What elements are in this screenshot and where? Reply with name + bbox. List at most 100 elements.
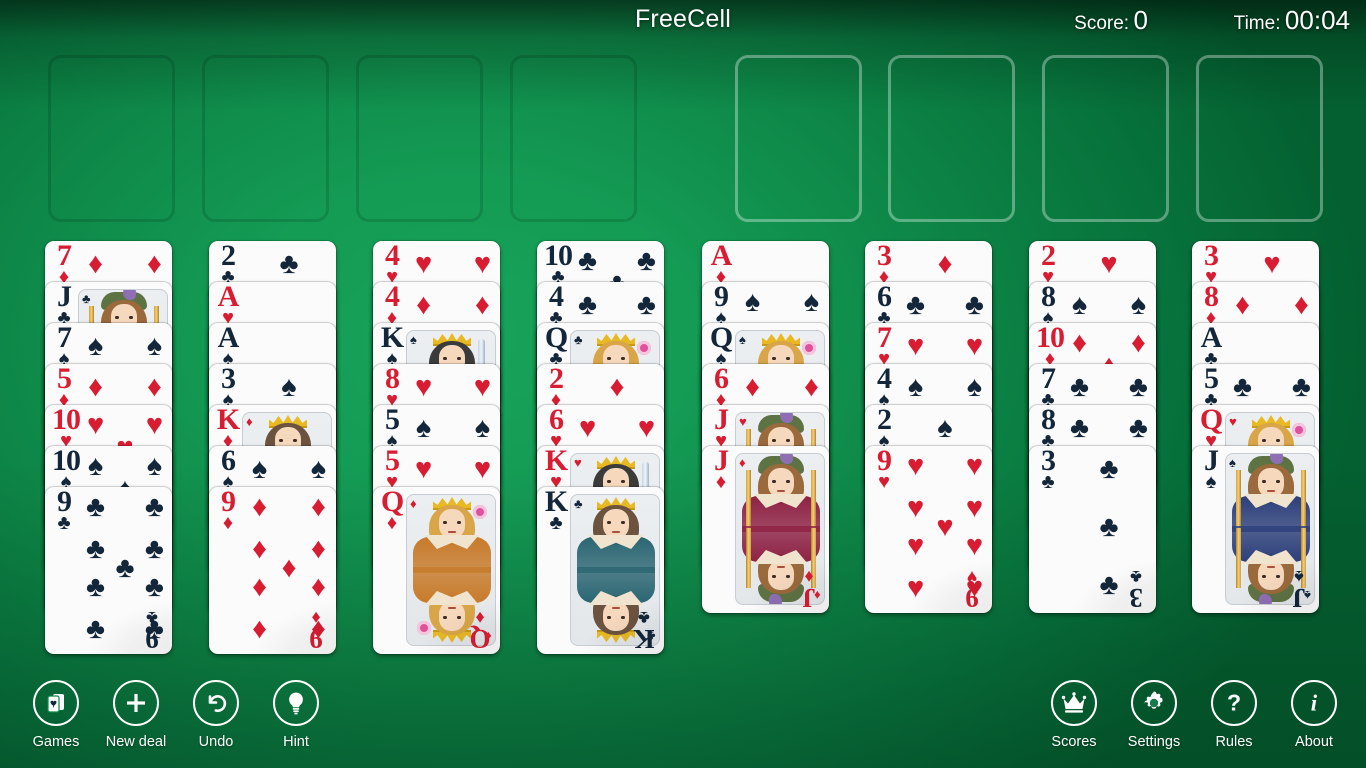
card-corner-index: 2 ♣ bbox=[213, 241, 243, 287]
court-mini-suit-icon: ♦ bbox=[246, 414, 253, 429]
card-pip: ♣ bbox=[636, 289, 656, 322]
card-pip: ♣ bbox=[578, 289, 598, 322]
card-pip: ♣ bbox=[86, 612, 106, 645]
card-suit-icon: ♦ bbox=[222, 512, 234, 534]
game-header: FreeCell Score: 0 Time: 00:04 bbox=[0, 0, 1366, 42]
court-mini-suit-icon: ♣ bbox=[574, 332, 583, 347]
tableau-column-3[interactable]: 4♥♥♥♥♥4♦♦♦♦♦K♠♠♠8♥♥♥♥♥♥♥♥♥5♠♠♠♠♠♠5♥♥♥♥♥♥… bbox=[373, 241, 500, 654]
playing-card[interactable]: 3 ♣ ♣ ♣ ♣ 3 ♣ bbox=[1029, 446, 1156, 613]
card-pip: ♥ bbox=[473, 453, 492, 486]
rules-button[interactable]: ? Rules bbox=[1194, 680, 1274, 750]
card-pip: ♦ bbox=[1235, 289, 1250, 322]
card-corner-index: 6 ♥ bbox=[541, 405, 571, 451]
tableau-column-4[interactable]: 10♣♣♣♣♣♣♣♣♣♣♣4♣♣♣♣♣Q♣♣♣2♦♦♦6♥♥♥♥♥♥♥K♥♥♥K… bbox=[537, 241, 664, 654]
free-cell-4[interactable] bbox=[510, 55, 637, 222]
playing-card[interactable]: 9 ♦ ♦ ♦ ♦ ♦ ♦ ♦ ♦ ♦ ♦ 9 ♦ bbox=[209, 487, 336, 654]
foundation-4[interactable] bbox=[1196, 55, 1323, 222]
free-cell-2[interactable] bbox=[202, 55, 329, 222]
court-figure bbox=[407, 495, 495, 573]
card-corner-index: Q ♦ bbox=[377, 487, 407, 533]
court-mini-suit-icon: ♠ bbox=[410, 332, 417, 347]
card-pip: ♥ bbox=[906, 450, 925, 483]
court-mini-suit-icon: ♣ bbox=[574, 496, 583, 511]
scores-label: Scores bbox=[1051, 734, 1097, 750]
tableau-column-8[interactable]: 3♥♥♥♥8♦♦♦♦♦♦♦♦♦A♣5♣♣♣♣♣♣Q♥♥♥J♠♠♠J♠ bbox=[1192, 241, 1319, 613]
time-display: Time: 00:04 bbox=[1234, 5, 1350, 36]
playing-card[interactable]: J ♠ ♠ ♠ J ♠ bbox=[1192, 446, 1319, 613]
foundation-2[interactable] bbox=[888, 55, 1015, 222]
card-pip: ♥ bbox=[414, 453, 433, 486]
undo-label: Undo bbox=[198, 734, 234, 750]
playing-card[interactable]: K ♣ ♣ ♣ K ♣ bbox=[537, 487, 664, 654]
info-icon: i bbox=[1291, 680, 1337, 726]
card-pip: ♥ bbox=[637, 412, 656, 445]
foundation-3[interactable] bbox=[1042, 55, 1169, 222]
card-pip: ♠ bbox=[966, 371, 983, 404]
tableau-column-7[interactable]: 2♥♥♥8♠♠♠♠♠♠♠♠♠10♦♦♦♦♦♦♦♦♦♦♦7♣♣♣♣♣♣♣♣8♣♣♣… bbox=[1029, 241, 1156, 613]
score-display: Score: 0 bbox=[1074, 5, 1148, 36]
court-mini-suit-icon: ♥ bbox=[739, 414, 747, 429]
card-pip: ♥ bbox=[906, 330, 925, 363]
playing-card[interactable]: 9 ♥ ♥ ♥ ♥ ♥ ♥ ♥ ♥ ♥ ♥ 9 ♥ bbox=[865, 446, 992, 613]
court-mini-suit-icon: ♦ bbox=[739, 455, 746, 470]
undo-button[interactable]: Undo bbox=[176, 680, 256, 750]
card-corner-index: 9 ♣ bbox=[49, 487, 79, 533]
settings-button[interactable]: Settings bbox=[1114, 680, 1194, 750]
score-value: 0 bbox=[1133, 5, 1148, 35]
card-pip: ♥ bbox=[936, 511, 954, 543]
card-pip: ♠ bbox=[744, 286, 761, 319]
playing-card[interactable]: 9 ♣ ♣ ♣ ♣ ♣ ♣ ♣ ♣ ♣ ♣ 9 ♣ bbox=[45, 487, 172, 654]
card-corner-index: 3 ♥ bbox=[1196, 241, 1226, 287]
card-pip: ♦ bbox=[88, 248, 103, 281]
card-pip: ♥ bbox=[473, 371, 492, 404]
playing-card[interactable]: J ♦ ♦ ♦ J ♦ bbox=[702, 446, 829, 613]
card-pip: ♦ bbox=[1131, 327, 1146, 360]
hint-button[interactable]: Hint bbox=[256, 680, 336, 750]
card-pip: ♦ bbox=[1294, 289, 1309, 322]
card-corner-index: 4 ♣ bbox=[541, 282, 571, 328]
card-pip: ♦ bbox=[311, 491, 326, 524]
playing-card[interactable]: Q ♦ ♦ ♦ Q ♦ bbox=[373, 487, 500, 654]
court-mini-suit-icon: ♦ bbox=[410, 496, 417, 511]
card-suit-icon: ♥ bbox=[878, 471, 890, 493]
card-bottom-index: 9 ♥ bbox=[965, 567, 979, 613]
about-button[interactable]: i About bbox=[1274, 680, 1354, 750]
tableau-column-6[interactable]: 3♦♦♦♦6♣♣♣♣♣♣♣7♥♥♥♥♥♥♥♥4♠♠♠♠♠2♠♠♠9♥♥♥♥♥♥♥… bbox=[865, 241, 992, 613]
card-corner-index: 7 ♦ bbox=[49, 241, 79, 287]
tableau-column-2[interactable]: 2♣♣♣A♥A♠3♠♠♠♠K♦♦♦6♠♠♠♠♠♠♠9♦♦♦♦♦♦♦♦♦♦9♦ bbox=[209, 241, 336, 654]
court-figure bbox=[571, 495, 659, 573]
page-title: FreeCell bbox=[634, 5, 732, 33]
card-pip: ♣ bbox=[906, 289, 926, 322]
tableau-column-1[interactable]: 7♦♦♦♦♦♦♦♦J♣♣♣7♠♠♠♠♠♠♠♠5♦♦♦♦♦♦10♥♥♥♥♥♥♥♥♥… bbox=[45, 241, 172, 654]
tableau-column-5[interactable]: A♦9♠♠♠♠♠♠♠♠♠♠Q♠♠♠6♦♦♦♦♦♦♦J♥♥♥J♦♦♦J♦ bbox=[702, 241, 829, 613]
card-pip: ♥ bbox=[578, 412, 597, 445]
card-pip: ♥ bbox=[414, 248, 433, 281]
card-corner-index: 3 ♠ bbox=[213, 364, 243, 410]
card-pip: ♥ bbox=[906, 491, 925, 524]
games-button[interactable]: Games bbox=[16, 680, 96, 750]
card-pip: ♠ bbox=[310, 453, 327, 486]
card-pip: ♥ bbox=[473, 248, 492, 281]
scores-button[interactable]: Scores bbox=[1034, 680, 1114, 750]
card-corner-index: Q ♥ bbox=[1196, 405, 1226, 451]
foundation-1[interactable] bbox=[735, 55, 862, 222]
card-corner-index: 2 ♦ bbox=[541, 364, 571, 410]
hint-label: Hint bbox=[283, 734, 309, 750]
time-label: Time: bbox=[1233, 13, 1281, 34]
card-pip: ♥ bbox=[965, 330, 984, 363]
court-mini-suit-icon: ♠ bbox=[739, 332, 746, 347]
court-mini-suit-icon: ♦ bbox=[485, 629, 492, 644]
card-pip: ♣ bbox=[1099, 453, 1119, 486]
free-cell-3[interactable] bbox=[356, 55, 483, 222]
free-cell-1[interactable] bbox=[48, 55, 175, 222]
card-pip: ♠ bbox=[474, 412, 491, 445]
card-pip: ♦ bbox=[937, 248, 953, 281]
card-corner-index: J ♣ bbox=[49, 282, 79, 328]
card-pip: ♣ bbox=[964, 289, 984, 322]
card-pip: ♥ bbox=[965, 530, 984, 563]
card-pip: ♥ bbox=[86, 409, 105, 442]
card-pip: ♣ bbox=[1128, 412, 1148, 445]
new-deal-button[interactable]: New deal bbox=[96, 680, 176, 750]
card-bottom-index: 3 ♣ bbox=[1129, 567, 1143, 613]
card-pip: ♦ bbox=[609, 371, 625, 404]
